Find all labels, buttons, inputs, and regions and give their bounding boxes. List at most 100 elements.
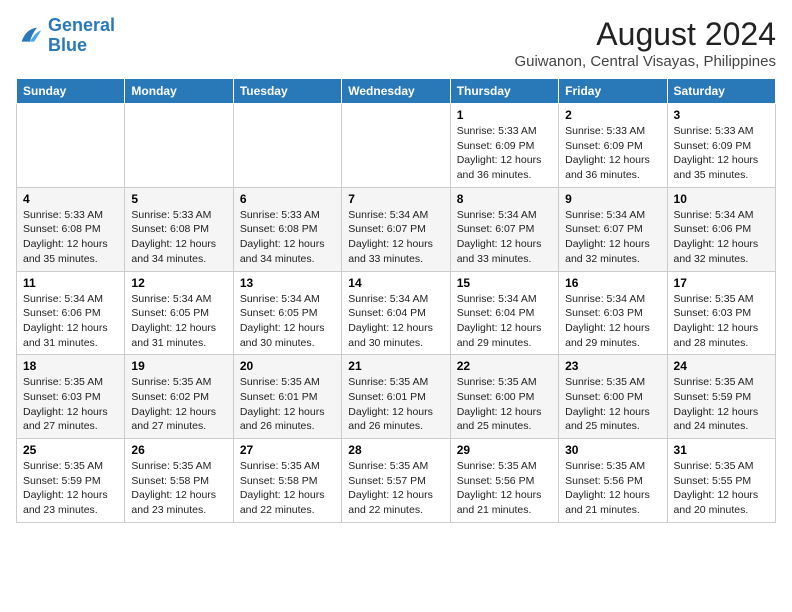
calendar-week-3: 18 Sunrise: 5:35 AM Sunset: 6:03 PM Dayli…: [17, 355, 776, 439]
day-info: Sunrise: 5:33 AM Sunset: 6:08 PM Dayligh…: [240, 208, 335, 267]
day-info: Sunrise: 5:34 AM Sunset: 6:04 PM Dayligh…: [348, 292, 443, 351]
calendar-cell-3-5: 23 Sunrise: 5:35 AM Sunset: 6:00 PM Dayli…: [559, 355, 667, 439]
day-info: Sunrise: 5:35 AM Sunset: 6:03 PM Dayligh…: [674, 292, 769, 351]
day-number: 3: [674, 108, 769, 122]
calendar-cell-4-6: 31Sunrise: 5:35 AM Sunset: 5:55 PM Dayli…: [667, 439, 775, 523]
day-number: 4: [23, 192, 118, 206]
calendar-cell-0-5: 2 Sunrise: 5:33 AM Sunset: 6:09 PM Daylig…: [559, 104, 667, 188]
day-number: 21: [348, 359, 443, 373]
calendar-header-row: SundayMondayTuesdayWednesdayThursdayFrid…: [17, 79, 776, 104]
calendar-cell-2-6: 17 Sunrise: 5:35 AM Sunset: 6:03 PM Dayli…: [667, 271, 775, 355]
header-sunday: Sunday: [17, 79, 125, 104]
day-number: 29: [457, 443, 552, 457]
day-info: Sunrise: 5:35 AM Sunset: 5:56 PM Dayligh…: [457, 459, 552, 518]
calendar-cell-4-1: 26Sunrise: 5:35 AM Sunset: 5:58 PM Dayli…: [125, 439, 233, 523]
calendar-cell-2-1: 12 Sunrise: 5:34 AM Sunset: 6:05 PM Dayli…: [125, 271, 233, 355]
calendar-cell-1-3: 7Sunrise: 5:34 AM Sunset: 6:07 PM Daylig…: [342, 187, 450, 271]
day-info: Sunrise: 5:33 AM Sunset: 6:09 PM Dayligh…: [674, 124, 769, 183]
day-number: 17: [674, 276, 769, 290]
day-info: Sunrise: 5:35 AM Sunset: 5:57 PM Dayligh…: [348, 459, 443, 518]
day-number: 2: [565, 108, 660, 122]
day-info: Sunrise: 5:33 AM Sunset: 6:09 PM Dayligh…: [457, 124, 552, 183]
day-number: 18: [23, 359, 118, 373]
day-info: Sunrise: 5:35 AM Sunset: 6:02 PM Dayligh…: [131, 375, 226, 434]
calendar-table: SundayMondayTuesdayWednesdayThursdayFrid…: [16, 78, 776, 523]
day-info: Sunrise: 5:35 AM Sunset: 6:03 PM Dayligh…: [23, 375, 118, 434]
day-info: Sunrise: 5:34 AM Sunset: 6:07 PM Dayligh…: [565, 208, 660, 267]
calendar-cell-4-0: 25 Sunrise: 5:35 AM Sunset: 5:59 PM Dayli…: [17, 439, 125, 523]
calendar-cell-1-2: 6 Sunrise: 5:33 AM Sunset: 6:08 PM Daylig…: [233, 187, 341, 271]
day-info: Sunrise: 5:34 AM Sunset: 6:06 PM Dayligh…: [674, 208, 769, 267]
day-number: 16: [565, 276, 660, 290]
calendar-cell-2-3: 14 Sunrise: 5:34 AM Sunset: 6:04 PM Dayli…: [342, 271, 450, 355]
day-number: 27: [240, 443, 335, 457]
day-info: Sunrise: 5:34 AM Sunset: 6:07 PM Dayligh…: [457, 208, 552, 267]
day-info: Sunrise: 5:33 AM Sunset: 6:08 PM Dayligh…: [131, 208, 226, 267]
day-info: Sunrise: 5:34 AM Sunset: 6:03 PM Dayligh…: [565, 292, 660, 351]
day-number: 11: [23, 276, 118, 290]
calendar-cell-2-0: 11 Sunrise: 5:34 AM Sunset: 6:06 PM Dayli…: [17, 271, 125, 355]
calendar-week-1: 4 Sunrise: 5:33 AM Sunset: 6:08 PM Daylig…: [17, 187, 776, 271]
header-thursday: Thursday: [450, 79, 558, 104]
calendar-cell-3-2: 20 Sunrise: 5:35 AM Sunset: 6:01 PM Dayli…: [233, 355, 341, 439]
calendar-cell-1-0: 4 Sunrise: 5:33 AM Sunset: 6:08 PM Daylig…: [17, 187, 125, 271]
calendar-cell-4-2: 27 Sunrise: 5:35 AM Sunset: 5:58 PM Dayli…: [233, 439, 341, 523]
day-number: 14: [348, 276, 443, 290]
day-info: Sunrise: 5:33 AM Sunset: 6:09 PM Dayligh…: [565, 124, 660, 183]
day-number: 10: [674, 192, 769, 206]
day-number: 28: [348, 443, 443, 457]
day-info: Sunrise: 5:35 AM Sunset: 5:58 PM Dayligh…: [240, 459, 335, 518]
calendar-cell-0-0: [17, 104, 125, 188]
day-info: Sunrise: 5:34 AM Sunset: 6:05 PM Dayligh…: [240, 292, 335, 351]
day-number: 6: [240, 192, 335, 206]
day-info: Sunrise: 5:35 AM Sunset: 5:59 PM Dayligh…: [674, 375, 769, 434]
header-tuesday: Tuesday: [233, 79, 341, 104]
calendar-cell-4-5: 30Sunrise: 5:35 AM Sunset: 5:56 PM Dayli…: [559, 439, 667, 523]
calendar-cell-1-4: 8 Sunrise: 5:34 AM Sunset: 6:07 PM Daylig…: [450, 187, 558, 271]
day-info: Sunrise: 5:35 AM Sunset: 6:01 PM Dayligh…: [348, 375, 443, 434]
calendar-cell-0-3: [342, 104, 450, 188]
calendar-week-0: 1Sunrise: 5:33 AM Sunset: 6:09 PM Daylig…: [17, 104, 776, 188]
calendar-week-4: 25 Sunrise: 5:35 AM Sunset: 5:59 PM Dayli…: [17, 439, 776, 523]
logo: General Blue: [16, 16, 115, 56]
calendar-cell-3-1: 19 Sunrise: 5:35 AM Sunset: 6:02 PM Dayli…: [125, 355, 233, 439]
day-info: Sunrise: 5:35 AM Sunset: 6:00 PM Dayligh…: [457, 375, 552, 434]
header-monday: Monday: [125, 79, 233, 104]
day-info: Sunrise: 5:35 AM Sunset: 6:01 PM Dayligh…: [240, 375, 335, 434]
day-number: 9: [565, 192, 660, 206]
page-header: General Blue August 2024 Guiwanon, Centr…: [16, 16, 776, 70]
calendar-cell-2-2: 13 Sunrise: 5:34 AM Sunset: 6:05 PM Dayli…: [233, 271, 341, 355]
calendar-cell-3-0: 18 Sunrise: 5:35 AM Sunset: 6:03 PM Dayli…: [17, 355, 125, 439]
day-number: 8: [457, 192, 552, 206]
calendar-cell-3-6: 24Sunrise: 5:35 AM Sunset: 5:59 PM Dayli…: [667, 355, 775, 439]
day-info: Sunrise: 5:34 AM Sunset: 6:07 PM Dayligh…: [348, 208, 443, 267]
logo-line2: Blue: [48, 35, 87, 55]
day-number: 25: [23, 443, 118, 457]
day-number: 31: [674, 443, 769, 457]
day-info: Sunrise: 5:35 AM Sunset: 5:59 PM Dayligh…: [23, 459, 118, 518]
day-info: Sunrise: 5:34 AM Sunset: 6:05 PM Dayligh…: [131, 292, 226, 351]
day-number: 13: [240, 276, 335, 290]
day-info: Sunrise: 5:35 AM Sunset: 5:58 PM Dayligh…: [131, 459, 226, 518]
calendar-cell-1-5: 9 Sunrise: 5:34 AM Sunset: 6:07 PM Daylig…: [559, 187, 667, 271]
day-number: 12: [131, 276, 226, 290]
calendar-cell-1-6: 10 Sunrise: 5:34 AM Sunset: 6:06 PM Dayli…: [667, 187, 775, 271]
calendar-cell-0-6: 3 Sunrise: 5:33 AM Sunset: 6:09 PM Daylig…: [667, 104, 775, 188]
header-saturday: Saturday: [667, 79, 775, 104]
calendar-cell-0-1: [125, 104, 233, 188]
day-number: 23: [565, 359, 660, 373]
header-wednesday: Wednesday: [342, 79, 450, 104]
calendar-week-2: 11 Sunrise: 5:34 AM Sunset: 6:06 PM Dayli…: [17, 271, 776, 355]
header-friday: Friday: [559, 79, 667, 104]
day-number: 15: [457, 276, 552, 290]
calendar-cell-4-3: 28 Sunrise: 5:35 AM Sunset: 5:57 PM Dayli…: [342, 439, 450, 523]
calendar-cell-0-2: [233, 104, 341, 188]
calendar-title: August 2024: [514, 16, 776, 53]
day-info: Sunrise: 5:34 AM Sunset: 6:06 PM Dayligh…: [23, 292, 118, 351]
day-number: 19: [131, 359, 226, 373]
day-info: Sunrise: 5:35 AM Sunset: 6:00 PM Dayligh…: [565, 375, 660, 434]
day-number: 20: [240, 359, 335, 373]
calendar-cell-1-1: 5Sunrise: 5:33 AM Sunset: 6:08 PM Daylig…: [125, 187, 233, 271]
calendar-cell-3-3: 21 Sunrise: 5:35 AM Sunset: 6:01 PM Dayli…: [342, 355, 450, 439]
day-info: Sunrise: 5:33 AM Sunset: 6:08 PM Dayligh…: [23, 208, 118, 267]
